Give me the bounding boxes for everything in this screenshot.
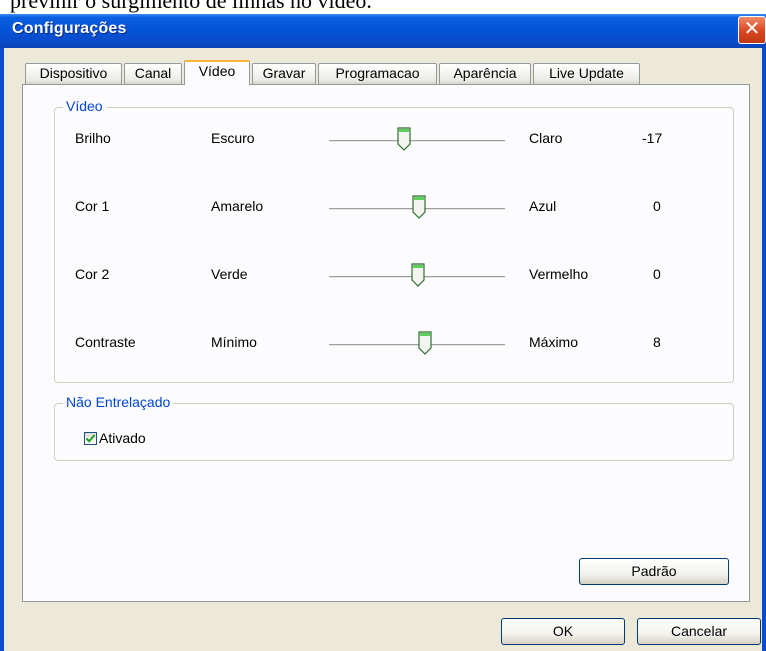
row-label-cor-2: Cor 2	[75, 266, 110, 282]
min-label-cor-2: Verde	[211, 266, 248, 282]
tab-label: Dispositivo	[39, 65, 108, 81]
value-cor-2: 0	[653, 266, 661, 282]
settings-dialog: Configurações ✕ Dispositivo Canal Vídeo …	[0, 14, 766, 651]
min-label-brilho: Escuro	[211, 130, 255, 146]
default-button-label: Padrão	[631, 563, 677, 579]
ok-button[interactable]: OK	[501, 618, 625, 645]
checkmark-icon	[85, 434, 96, 443]
window-frame-left	[0, 48, 4, 651]
caption-text: previnir o surgimento de linhas no vídeo…	[10, 0, 372, 13]
tab-video[interactable]: Vídeo	[184, 60, 250, 85]
tab-canal[interactable]: Canal	[124, 63, 182, 84]
interlace-group-legend: Não Entrelaçado	[63, 394, 174, 410]
close-icon: ✕	[743, 18, 761, 40]
cor-2-slider-thumb[interactable]	[411, 263, 425, 287]
window-title: Configurações	[12, 20, 127, 37]
min-label-contraste: Mínimo	[211, 334, 257, 350]
row-label-cor-1: Cor 1	[75, 198, 110, 214]
cancel-button[interactable]: Cancelar	[637, 618, 761, 645]
window-frame-right	[762, 48, 766, 651]
value-contraste: 8	[653, 334, 661, 350]
tab-programacao[interactable]: Programacao	[318, 63, 437, 84]
title-bar[interactable]: Configurações ✕	[0, 14, 766, 48]
brilho-slider-thumb[interactable]	[397, 127, 411, 151]
tab-gravar[interactable]: Gravar	[252, 63, 316, 84]
tab-label: Programacao	[335, 65, 420, 81]
tab-label: Gravar	[262, 65, 306, 81]
tab-aparencia[interactable]: Aparência	[439, 63, 531, 84]
tab-label: Aparência	[453, 65, 517, 81]
tab-label: Canal	[134, 65, 172, 81]
video-group-legend: Vídeo	[63, 98, 106, 114]
max-label-cor-1: Azul	[529, 198, 557, 214]
ok-button-label: OK	[552, 623, 574, 639]
tab-live-update[interactable]: Live Update	[533, 63, 640, 84]
value-brilho: -17	[642, 130, 663, 146]
contraste-slider-track[interactable]	[329, 344, 505, 347]
tab-label: Vídeo	[198, 63, 236, 79]
tab-dispositivo[interactable]: Dispositivo	[25, 63, 122, 84]
min-label-cor-1: Amarelo	[211, 198, 264, 214]
ativado-label[interactable]: Ativado	[99, 430, 146, 446]
value-cor-1: 0	[653, 198, 661, 214]
contraste-slider-thumb[interactable]	[418, 331, 432, 355]
max-label-contraste: Máximo	[529, 334, 579, 350]
cor-1-slider-thumb[interactable]	[412, 195, 426, 219]
cancel-button-label: Cancelar	[670, 623, 728, 639]
tab-label: Live Update	[549, 65, 624, 81]
row-label-brilho: Brilho	[75, 130, 111, 146]
default-button[interactable]: Padrão	[579, 558, 729, 585]
video-groupbox: Vídeo	[54, 98, 734, 383]
max-label-brilho: Claro	[529, 130, 563, 146]
interlace-groupbox: Não Entrelaçado	[54, 394, 734, 461]
row-label-contraste: Contraste	[75, 334, 136, 350]
max-label-cor-2: Vermelho	[529, 266, 589, 282]
ativado-checkbox[interactable]	[84, 432, 97, 445]
close-button[interactable]: ✕	[738, 16, 766, 44]
tab-panel-video: Vídeo Brilho Escuro Claro -17 Cor 1 Amar…	[22, 84, 750, 602]
brilho-slider-track[interactable]	[329, 140, 505, 143]
